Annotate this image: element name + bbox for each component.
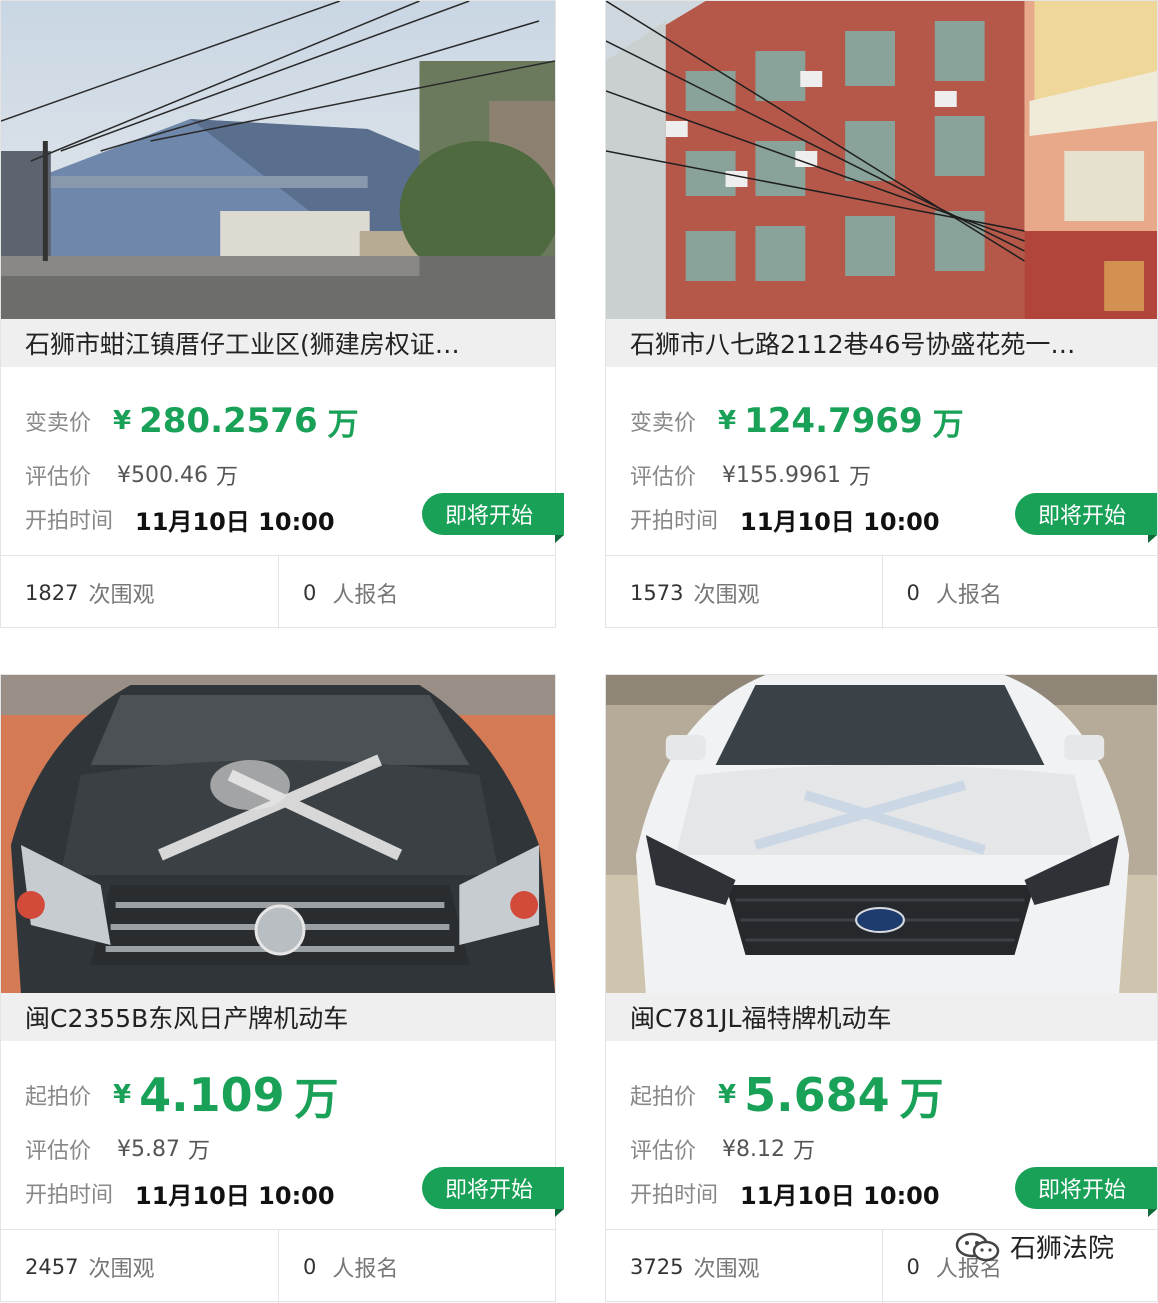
status-badge: 即将开始 — [1015, 493, 1157, 543]
time-label: 开拍时间 — [630, 509, 719, 534]
time-label: 开拍时间 — [630, 1183, 719, 1208]
price-label: 起拍价 — [25, 1085, 92, 1110]
signups-stat: 0 人报名 — [278, 1230, 555, 1303]
price-label: 起拍价 — [630, 1085, 697, 1110]
watermark: 石狮法院 — [952, 1226, 1114, 1266]
price-row: 起拍价 ¥ 4.109 万 — [25, 1067, 339, 1125]
signups-count: 0 — [906, 1254, 920, 1279]
eval-value: ¥5.87 — [117, 1136, 180, 1162]
white-car-photo — [606, 675, 1157, 993]
status-badge: 即将开始 — [1015, 1167, 1157, 1217]
signups-count: 0 — [906, 580, 920, 605]
signups-stat: 0 人报名 — [881, 556, 1158, 629]
apartment-building-photo — [606, 1, 1157, 319]
time-value: 11月10日 10:00 — [135, 1181, 335, 1210]
price-value: 5.684 — [744, 1068, 890, 1122]
currency-symbol: ¥ — [718, 1080, 737, 1110]
views-stat: 1573 次围观 — [606, 556, 882, 629]
price-unit: 万 — [899, 1074, 944, 1125]
currency-symbol: ¥ — [718, 406, 737, 436]
price-row: 变卖价 ¥ 124.7969 万 — [630, 393, 964, 449]
eval-label: 评估价 — [25, 465, 92, 490]
views-label: 次围观 — [693, 582, 760, 608]
eval-label: 评估价 — [630, 1139, 697, 1164]
status-badge: 即将开始 — [422, 1167, 564, 1217]
time-value: 11月10日 10:00 — [740, 507, 940, 536]
stats-bar: 1573 次围观 0 人报名 — [606, 555, 1157, 629]
price-value: 280.2576 — [139, 401, 318, 441]
status-badge: 即将开始 — [422, 493, 564, 543]
listing-card[interactable]: 石狮市八七路2112巷46号协盛花苑一… 变卖价 ¥ 124.7969 万 评估… — [605, 0, 1158, 629]
signups-count: 0 — [303, 580, 317, 605]
stats-bar: 2457 次围观 0 人报名 — [1, 1229, 555, 1303]
currency-symbol: ¥ — [113, 406, 132, 436]
signups-stat: 0 人报名 — [278, 556, 555, 629]
stats-bar: 1827 次围观 0 人报名 — [1, 555, 555, 629]
eval-unit: 万 — [849, 465, 872, 490]
eval-value: ¥155.9961 — [722, 462, 841, 488]
signups-label: 人报名 — [332, 582, 399, 608]
time-row: 开拍时间 11月10日 10:00 — [25, 503, 335, 536]
time-row: 开拍时间 11月10日 10:00 — [630, 1177, 940, 1210]
listing-title[interactable]: 闽C781JL福特牌机动车 — [606, 993, 1157, 1041]
currency-symbol: ¥ — [113, 1080, 132, 1110]
time-row: 开拍时间 11月10日 10:00 — [25, 1177, 335, 1210]
price-unit: 万 — [294, 1074, 339, 1125]
dark-car-photo — [1, 675, 555, 993]
time-label: 开拍时间 — [25, 509, 114, 534]
signups-count: 0 — [303, 1254, 317, 1279]
eval-unit: 万 — [216, 465, 239, 490]
signups-label: 人报名 — [332, 1256, 399, 1282]
views-count: 2457 — [25, 1254, 79, 1279]
time-value: 11月10日 10:00 — [135, 507, 335, 536]
watermark-text: 石狮法院 — [1010, 1233, 1115, 1264]
price-value: 4.109 — [139, 1068, 285, 1122]
views-count: 1827 — [25, 580, 79, 605]
price-unit: 万 — [327, 406, 359, 443]
signups-label: 人报名 — [935, 582, 1002, 608]
listing-title[interactable]: 闽C2355B东风日产牌机动车 — [1, 993, 555, 1041]
listing-title[interactable]: 石狮市蚶江镇厝仔工业区(狮建房权证… — [1, 319, 555, 367]
wechat-icon — [955, 1232, 1000, 1262]
eval-label: 评估价 — [630, 465, 697, 490]
eval-row: 评估价 ¥500.46 万 — [25, 459, 238, 491]
price-value: 124.7969 — [744, 401, 923, 441]
views-label: 次围观 — [88, 1256, 155, 1282]
eval-row: 评估价 ¥155.9961 万 — [630, 459, 871, 491]
views-stat: 3725 次围观 — [606, 1230, 882, 1303]
views-count: 3725 — [630, 1254, 684, 1279]
price-row: 变卖价 ¥ 280.2576 万 — [25, 393, 359, 449]
eval-value: ¥8.12 — [722, 1136, 785, 1162]
listing-title[interactable]: 石狮市八七路2112巷46号协盛花苑一… — [606, 319, 1157, 367]
listing-card[interactable]: 石狮市蚶江镇厝仔工业区(狮建房权证… 变卖价 ¥ 280.2576 万 评估价 … — [0, 0, 564, 629]
eval-label: 评估价 — [25, 1139, 92, 1164]
views-label: 次围观 — [88, 582, 155, 608]
eval-unit: 万 — [188, 1139, 211, 1164]
eval-unit: 万 — [793, 1139, 816, 1164]
views-count: 1573 — [630, 580, 684, 605]
views-stat: 2457 次围观 — [1, 1230, 278, 1303]
views-stat: 1827 次围观 — [1, 556, 278, 629]
listing-card[interactable]: 闽C2355B东风日产牌机动车 起拍价 ¥ 4.109 万 评估价 ¥5.87 … — [0, 674, 564, 1303]
price-unit: 万 — [932, 406, 964, 443]
eval-row: 评估价 ¥5.87 万 — [25, 1133, 210, 1165]
eval-value: ¥500.46 — [117, 462, 208, 488]
listing-card[interactable]: 闽C781JL福特牌机动车 起拍价 ¥ 5.684 万 评估价 ¥8.12 万 … — [605, 674, 1158, 1303]
price-label: 变卖价 — [630, 411, 697, 436]
price-row: 起拍价 ¥ 5.684 万 — [630, 1067, 944, 1125]
time-value: 11月10日 10:00 — [740, 1181, 940, 1210]
time-label: 开拍时间 — [25, 1183, 114, 1208]
time-row: 开拍时间 11月10日 10:00 — [630, 503, 940, 536]
eval-row: 评估价 ¥8.12 万 — [630, 1133, 815, 1165]
price-label: 变卖价 — [25, 411, 92, 436]
warehouse-photo — [1, 1, 555, 319]
views-label: 次围观 — [693, 1256, 760, 1282]
